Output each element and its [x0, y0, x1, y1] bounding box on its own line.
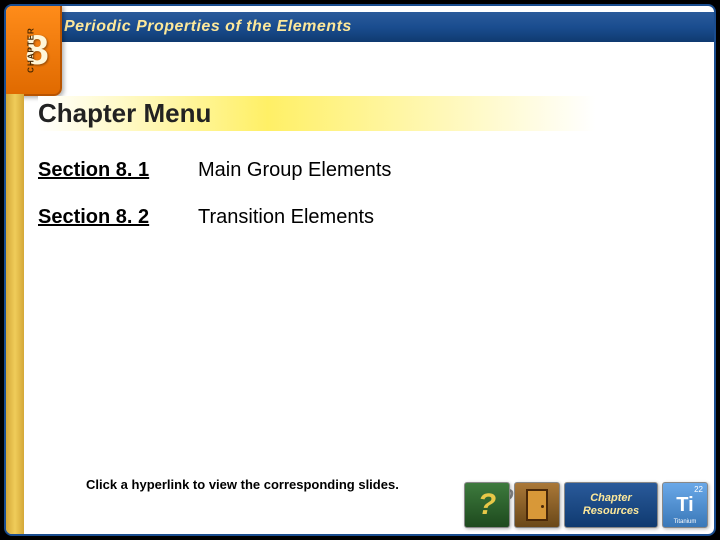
resources-label-line2: Resources — [583, 505, 639, 518]
help-button[interactable]: ? — [464, 482, 510, 528]
element-name: Titanium — [674, 519, 697, 525]
section-link-8-1[interactable]: Section 8. 1 — [38, 159, 198, 182]
chapter-label: CHAPTER — [26, 27, 35, 73]
menu-title: Chapter Menu — [38, 96, 694, 131]
section-desc: Transition Elements — [198, 206, 374, 229]
hint-text: Click a hyperlink to view the correspond… — [86, 477, 399, 492]
element-symbol: Ti — [676, 494, 693, 517]
section-row: Section 8. 2 Transition Elements — [38, 206, 694, 229]
atomic-number: 22 — [694, 485, 703, 494]
section-row: Section 8. 1 Main Group Elements — [38, 159, 694, 182]
bottom-nav: ? Chapter Resources 22 Ti Titanium — [464, 482, 708, 528]
section-desc: Main Group Elements — [198, 159, 391, 182]
element-tile-button[interactable]: 22 Ti Titanium — [662, 482, 708, 528]
content-area: Chapter Menu Section 8. 1 Main Group Ele… — [38, 96, 694, 479]
slide-frame: Periodic Properties of the Elements CHAP… — [4, 4, 716, 536]
question-mark-icon: ? — [478, 488, 496, 522]
section-link-8-2[interactable]: Section 8. 2 — [38, 206, 198, 229]
header-bar: Periodic Properties of the Elements — [6, 12, 714, 42]
left-stripe — [6, 94, 24, 534]
chapter-resources-button[interactable]: Chapter Resources — [564, 482, 658, 528]
chapter-badge: CHAPTER 8 — [4, 4, 62, 96]
door-icon — [526, 489, 548, 521]
resources-label-line1: Chapter — [590, 492, 632, 505]
chapter-title: Periodic Properties of the Elements — [64, 18, 352, 36]
exit-button[interactable] — [514, 482, 560, 528]
